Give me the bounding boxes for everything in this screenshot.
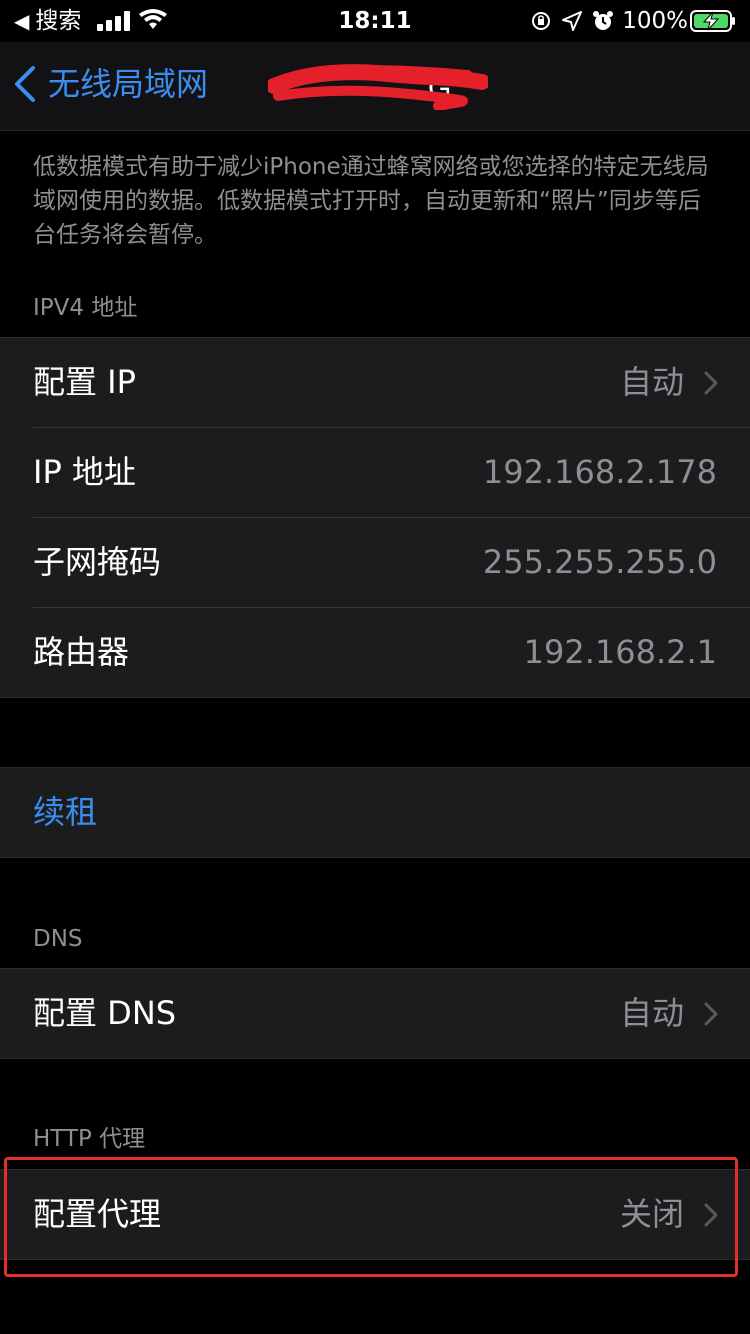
annotation-highlight-box [4,1157,738,1277]
subnet-mask-label: 子网掩码 [33,543,162,581]
http-proxy-section-header: HTTP 代理 [33,1126,146,1152]
configure-ip-row[interactable]: 配置 IP 自动 [33,338,750,428]
configure-dns-value: 自动 [619,994,684,1032]
battery-charging-icon [690,10,735,32]
ip-address-label: IP 地址 [33,453,136,491]
redacted-network-name: G [268,64,488,110]
alarm-icon [593,11,614,30]
configure-ip-label: 配置 IP [33,363,136,401]
router-label: 路由器 [33,633,130,671]
status-bar: ◀ 搜索 18:11 100% [0,0,750,42]
location-icon [562,11,583,31]
configure-dns-label: 配置 DNS [33,994,177,1032]
subnet-mask-row: 子网掩码 255.255.255.0 [33,518,750,608]
ipv4-group: 配置 IP 自动 IP 地址 192.168.2.178 子网掩码 255.25… [0,337,750,698]
chevron-right-icon [704,371,718,395]
dns-group: 配置 DNS 自动 [0,968,750,1059]
configure-dns-row[interactable]: 配置 DNS 自动 [33,969,750,1058]
back-label: 无线局域网 [48,65,209,103]
renew-lease-group: 续租 [0,767,750,858]
renew-lease-button[interactable]: 续租 [33,768,750,857]
router-value: 192.168.2.1 [523,633,717,671]
router-row: 路由器 192.168.2.1 [33,608,750,697]
ipv4-section-header: IPV4 地址 [33,295,138,321]
navigation-bar: 无线局域网 G [0,42,750,131]
battery-percent: 100% [622,8,688,34]
chevron-right-icon [704,1002,718,1026]
low-data-mode-description: 低数据模式有助于减少iPhone通过蜂窝网络或您选择的特定无线局域网使用的数据。… [33,154,709,248]
dns-section-header: DNS [33,926,83,952]
subnet-mask-value: 255.255.255.0 [482,543,717,581]
back-to-wlan-button[interactable]: 无线局域网 [14,62,208,106]
renew-lease-label: 续租 [33,793,98,831]
ip-address-row: IP 地址 192.168.2.178 [33,428,750,518]
ip-address-value: 192.168.2.178 [482,453,717,491]
status-right-group: 100% [530,6,688,36]
orientation-lock-icon [532,12,551,30]
chevron-left-icon [15,66,35,102]
configure-ip-value: 自动 [619,363,684,401]
